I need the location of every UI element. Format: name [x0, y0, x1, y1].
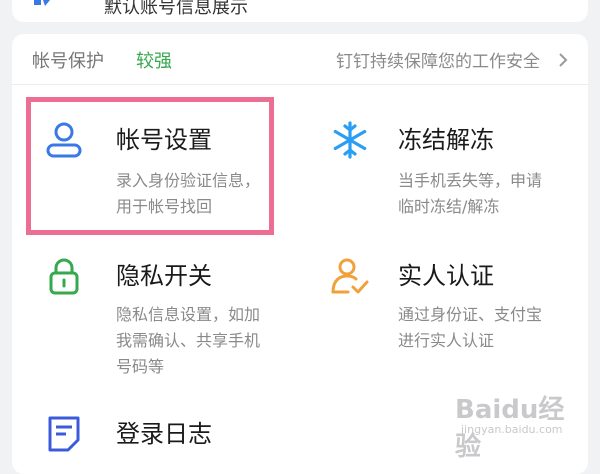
tile-description: 隐私信息设置，如加 我需确认、共享手机 号码等	[116, 305, 261, 376]
lock-icon	[49, 258, 79, 295]
tile-title: 实人认证	[398, 262, 494, 290]
account-protection-header[interactable]: 帐号保护 较强 钉钉持续保障您的工作安全	[12, 34, 588, 85]
tile-freeze-unfreeze[interactable]: 冻结解冻 当手机丢失等，申请 临时冻结/解冻	[330, 120, 580, 220]
account-info-card[interactable]: 默认账号信息展示	[12, 0, 588, 22]
tile-privacy-switch[interactable]: 隐私开关 隐私信息设置，如加 我需确认、共享手机 号码等	[44, 256, 284, 376]
chevron-right-icon	[559, 53, 568, 67]
highlight-box	[26, 97, 274, 235]
baidu-watermark: Baidu经验 jingyan.baidu.com	[455, 385, 585, 462]
tile-title: 隐私开关	[116, 262, 212, 290]
account-info-text: 默认账号信息展示	[104, 0, 248, 18]
protection-level-badge: 较强	[136, 51, 172, 72]
tile-description: 当手机丢失等，申请 临时冻结/解冻	[398, 171, 543, 216]
tile-login-log[interactable]: 登录日志	[44, 414, 284, 454]
tile-title: 冻结解冻	[398, 126, 494, 154]
tile-description: 通过身份证、支付宝 进行实人认证	[398, 305, 543, 350]
document-icon	[48, 416, 80, 452]
protection-description: 钉钉持续保障您的工作安全	[336, 52, 540, 72]
section-title: 帐号保护	[32, 51, 104, 72]
snowflake-icon	[333, 121, 367, 159]
shield-icon	[34, 0, 50, 6]
tile-title: 登录日志	[116, 420, 212, 448]
tile-real-name-verification[interactable]: 实人认证 通过身份证、支付宝 进行实人认证	[330, 256, 580, 356]
watermark-url: jingyan.baidu.com	[461, 423, 563, 436]
user-check-icon	[331, 258, 369, 294]
